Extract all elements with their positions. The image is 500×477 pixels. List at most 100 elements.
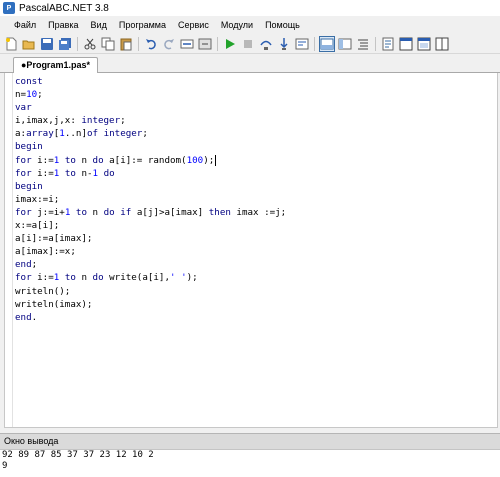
copy-icon[interactable] xyxy=(100,36,116,52)
app-icon: P xyxy=(3,2,15,14)
form-icon3[interactable] xyxy=(416,36,432,52)
toolbar xyxy=(0,34,500,54)
code-keyword: for xyxy=(15,167,32,179)
code-keyword: to xyxy=(64,167,76,179)
code-text: i:= xyxy=(31,167,54,179)
navigate-icon[interactable] xyxy=(179,36,195,52)
code-string: ' ' xyxy=(170,272,187,284)
tab-program1[interactable]: ●Program1.pas* xyxy=(13,57,98,73)
code-text: j:=i+ xyxy=(31,206,65,218)
code-keyword: array xyxy=(26,128,54,140)
menu-modules[interactable]: Модули xyxy=(215,17,259,33)
tab-strip: ●Program1.pas* xyxy=(0,55,500,73)
code-keyword: integer xyxy=(103,128,143,140)
code-text: x:=a[i]; xyxy=(15,220,60,232)
code-content[interactable]: const n=10; var i,imax,j,x: integer; a:array… xyxy=(15,75,286,324)
code-text: . xyxy=(31,311,38,323)
code-editor[interactable]: const n=10; var i,imax,j,x: integer; a:array… xyxy=(4,73,498,428)
code-keyword: var xyxy=(15,102,32,114)
code-text: a[imax]:=x; xyxy=(15,246,76,258)
code-line[interactable]: var xyxy=(15,101,286,114)
code-text: a[j]>a[imax] xyxy=(131,206,209,218)
toolbar-separator xyxy=(375,36,376,51)
code-text: ; xyxy=(37,89,43,101)
code-text: i:= xyxy=(31,154,54,166)
code-keyword: for xyxy=(15,272,32,284)
code-line[interactable]: begin xyxy=(15,140,286,153)
editor-gutter xyxy=(5,73,13,427)
menu-help[interactable]: Помощь xyxy=(259,17,306,33)
code-line[interactable]: end. xyxy=(15,311,286,324)
menu-program[interactable]: Программа xyxy=(113,17,172,33)
code-text: n xyxy=(86,206,104,218)
code-line[interactable]: for i:=1 to n-1 do xyxy=(15,167,286,180)
code-text: n= xyxy=(15,89,27,101)
code-keyword: of xyxy=(86,128,99,140)
code-number: 100 xyxy=(186,154,204,166)
code-line[interactable]: a[i]:=a[imax]; xyxy=(15,232,286,245)
code-keyword: do xyxy=(92,272,104,284)
code-text: writeln(imax); xyxy=(15,298,93,310)
code-line[interactable]: imax:=i; xyxy=(15,193,286,206)
code-line[interactable]: begin xyxy=(15,180,286,193)
window-title: PascalABC.NET 3.8 xyxy=(19,2,109,14)
output-window[interactable]: 92 89 87 85 37 37 23 12 10 2 9 xyxy=(0,449,500,477)
code-line[interactable]: n=10; xyxy=(15,88,286,101)
menu-bar: Файл Правка Вид Программа Сервис Модули … xyxy=(0,17,500,33)
compile-icon[interactable] xyxy=(197,36,213,52)
code-keyword: const xyxy=(15,76,43,87)
output-line: 9 xyxy=(2,461,8,471)
form-icon2[interactable] xyxy=(398,36,414,52)
code-text: i:= xyxy=(31,272,54,284)
code-text: n xyxy=(75,272,93,284)
code-line[interactable]: for i:=1 to n do write(a[i],' '); xyxy=(15,271,286,284)
code-text: ); xyxy=(203,154,215,166)
menu-service[interactable]: Сервис xyxy=(172,17,215,33)
save-all-icon[interactable] xyxy=(57,36,73,52)
code-line[interactable]: a[imax]:=x; xyxy=(15,245,286,258)
run-icon[interactable] xyxy=(222,36,238,52)
toolbar-separator xyxy=(77,36,78,51)
text-cursor xyxy=(215,154,217,166)
code-keyword: to xyxy=(64,154,76,166)
code-text: ..n] xyxy=(64,128,87,140)
step-into-icon[interactable] xyxy=(276,36,292,52)
code-line[interactable]: writeln(); xyxy=(15,285,286,298)
code-text: ; xyxy=(31,259,38,271)
code-line[interactable]: end; xyxy=(15,258,286,271)
code-keyword: to xyxy=(64,272,76,284)
code-text: imax :=j; xyxy=(230,206,287,218)
code-text: a[i]:= random( xyxy=(103,154,187,166)
save-icon[interactable] xyxy=(39,36,55,52)
debug-window-icon[interactable] xyxy=(294,36,310,52)
code-line[interactable]: x:=a[i]; xyxy=(15,219,286,232)
code-keyword: then xyxy=(208,206,231,218)
form-designer-icon[interactable] xyxy=(380,36,396,52)
structure-icon[interactable] xyxy=(337,36,353,52)
code-keyword: for xyxy=(15,206,32,218)
menu-file[interactable]: Файл xyxy=(8,17,42,33)
window-layout-icon[interactable] xyxy=(434,36,450,52)
menu-edit[interactable]: Правка xyxy=(42,17,84,33)
code-keyword: if xyxy=(120,206,132,218)
undo-icon[interactable] xyxy=(143,36,159,52)
step-over-icon[interactable] xyxy=(258,36,274,52)
code-line[interactable]: a:array[1..n]of integer; xyxy=(15,127,286,140)
code-line[interactable]: for j:=i+1 to n do if a[j]>a[imax] then … xyxy=(15,206,286,219)
code-line[interactable]: i,imax,j,x: integer; xyxy=(15,114,286,127)
code-line[interactable]: for i:=1 to n do a[i]:= random(100); xyxy=(15,154,286,167)
code-keyword: end xyxy=(15,259,32,271)
menu-view[interactable]: Вид xyxy=(85,17,113,33)
stop-icon[interactable] xyxy=(240,36,256,52)
code-text: a: xyxy=(15,128,27,140)
new-file-icon[interactable] xyxy=(3,36,19,52)
code-line[interactable]: const xyxy=(15,75,286,88)
redo-icon[interactable] xyxy=(161,36,177,52)
code-text: n xyxy=(75,154,93,166)
code-line[interactable]: writeln(imax); xyxy=(15,298,286,311)
format-icon[interactable] xyxy=(355,36,371,52)
cut-icon[interactable] xyxy=(82,36,98,52)
paste-icon[interactable] xyxy=(118,36,134,52)
toggle-output-icon[interactable] xyxy=(319,35,335,52)
open-file-icon[interactable] xyxy=(21,36,37,52)
